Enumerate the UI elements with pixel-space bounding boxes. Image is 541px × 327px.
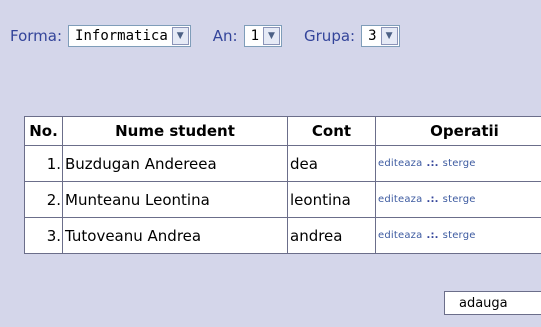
row-number: 2.	[24, 181, 63, 218]
row-operations: editeaza.:. sterge	[375, 217, 541, 254]
students-table: No. Nume student Cont Operatii 1. Buzdug…	[24, 116, 541, 254]
table-row: 3. Tutoveanu Andrea andrea editeaza.:. st…	[24, 217, 541, 254]
row-number: 3.	[24, 217, 63, 254]
delete-link[interactable]: sterge	[443, 158, 476, 169]
forma-select[interactable]: Informatica ▼	[68, 25, 191, 47]
separator: .:.	[426, 230, 439, 241]
student-name: Tutoveanu Andrea	[62, 217, 288, 254]
forma-label: Forma:	[10, 27, 63, 45]
delete-link[interactable]: sterge	[443, 230, 476, 241]
edit-link[interactable]: editeaza	[378, 230, 422, 241]
chevron-down-icon[interactable]: ▼	[171, 27, 189, 45]
student-account: leontina	[287, 181, 376, 218]
header-no: No.	[24, 116, 63, 146]
forma-select-value: Informatica	[75, 28, 168, 44]
chevron-down-icon[interactable]: ▼	[263, 27, 281, 45]
row-number: 1.	[24, 145, 63, 182]
grupa-select-value: 3	[368, 28, 377, 44]
an-select[interactable]: 1 ▼	[243, 25, 283, 47]
student-account: andrea	[287, 217, 376, 254]
student-name: Munteanu Leontina	[62, 181, 288, 218]
header-operatii: Operatii	[375, 116, 541, 146]
grupa-select[interactable]: 3 ▼	[361, 25, 400, 47]
row-operations: editeaza.:. sterge	[375, 181, 541, 218]
student-account: dea	[287, 145, 376, 182]
header-name: Nume student	[62, 116, 288, 146]
grupa-label: Grupa:	[304, 27, 356, 45]
separator: .:.	[426, 194, 439, 205]
table-row: 1. Buzdugan Andereea dea editeaza.:. ster…	[24, 145, 541, 182]
separator: .:.	[426, 158, 439, 169]
row-operations: editeaza.:. sterge	[375, 145, 541, 182]
add-button[interactable]: adauga	[444, 291, 541, 315]
table-header-row: No. Nume student Cont Operatii	[24, 116, 541, 146]
student-name: Buzdugan Andereea	[62, 145, 288, 182]
an-select-value: 1	[250, 28, 260, 44]
an-label: An:	[212, 27, 238, 45]
table-row: 2. Munteanu Leontina leontina editeaza.:…	[24, 181, 541, 218]
filter-bar: Forma: Informatica ▼ An: 1 ▼ Grupa: 3 ▼	[10, 24, 422, 48]
edit-link[interactable]: editeaza	[378, 194, 422, 205]
chevron-down-icon[interactable]: ▼	[380, 27, 398, 45]
delete-link[interactable]: sterge	[443, 194, 476, 205]
edit-link[interactable]: editeaza	[378, 158, 422, 169]
header-cont: Cont	[287, 116, 376, 146]
